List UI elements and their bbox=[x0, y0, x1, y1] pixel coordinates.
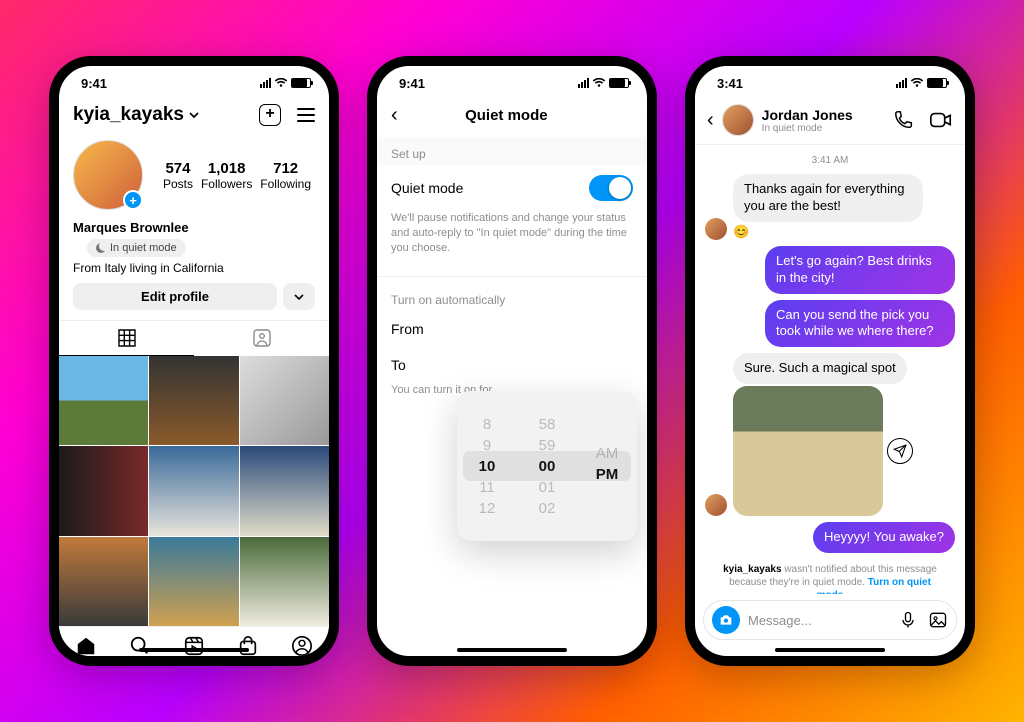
phone-chat: 3:41 ‹ Jordan Jones In quiet mode 3:41 A… bbox=[685, 56, 975, 666]
battery-icon bbox=[609, 78, 629, 88]
message-incoming: Thanks again for everything you are the … bbox=[705, 174, 955, 240]
time-picker[interactable]: 8 9 10 11 12 58 59 00 01 02 AM PM bbox=[457, 391, 637, 541]
stat-following[interactable]: 712Following bbox=[260, 160, 311, 191]
status-bar: 3:41 bbox=[695, 66, 965, 100]
page-title: Quiet mode bbox=[380, 107, 633, 124]
message-avatar[interactable] bbox=[705, 494, 727, 516]
quiet-mode-label: Quiet mode bbox=[391, 180, 463, 196]
to-row[interactable]: To bbox=[377, 347, 647, 383]
home-indicator[interactable] bbox=[775, 648, 885, 652]
add-story-badge[interactable]: + bbox=[123, 190, 143, 210]
chat-header-name[interactable]: Jordan Jones In quiet mode bbox=[762, 107, 885, 134]
bio-text: From Italy living in California bbox=[59, 259, 329, 283]
message-bubble[interactable]: Can you send the pick you took while we … bbox=[765, 300, 955, 348]
wifi-icon bbox=[274, 78, 288, 88]
status-time: 3:41 bbox=[717, 76, 743, 91]
video-call-icon[interactable] bbox=[929, 109, 953, 131]
username-dropdown[interactable]: kyia_kayaks bbox=[73, 104, 200, 126]
quiet-mode-notice: kyia_kayaks wasn't notified about this m… bbox=[705, 559, 955, 594]
signal-icon bbox=[896, 78, 907, 88]
section-setup: Set up bbox=[377, 137, 647, 165]
profile-icon[interactable] bbox=[291, 635, 313, 656]
message-avatar[interactable] bbox=[705, 218, 727, 240]
moon-icon bbox=[96, 243, 106, 253]
phone-profile: 9:41 kyia_kayaks + 574Posts 1,018Followe bbox=[49, 56, 339, 666]
quiet-mode-description: We'll pause notifications and change you… bbox=[377, 211, 647, 270]
wifi-icon bbox=[910, 78, 924, 88]
status-bar: 9:41 bbox=[59, 66, 329, 100]
message-input[interactable]: Message... bbox=[748, 613, 890, 628]
signal-icon bbox=[578, 78, 589, 88]
from-row[interactable]: From bbox=[377, 311, 647, 347]
audio-call-icon[interactable] bbox=[893, 109, 915, 131]
stat-followers[interactable]: 1,018Followers bbox=[201, 160, 252, 191]
create-post-icon[interactable] bbox=[259, 104, 281, 126]
message-composer: Message... bbox=[703, 600, 957, 640]
grid-icon bbox=[118, 329, 136, 347]
chat-avatar[interactable] bbox=[722, 104, 754, 136]
profile-header: kyia_kayaks bbox=[59, 100, 329, 134]
chat-timestamp: 3:41 AM bbox=[705, 155, 955, 166]
search-icon[interactable] bbox=[129, 635, 151, 656]
stat-posts[interactable]: 574Posts bbox=[163, 160, 193, 191]
quiet-mode-toggle[interactable] bbox=[589, 175, 633, 201]
post-thumbnail[interactable] bbox=[240, 537, 329, 626]
post-thumbnail[interactable] bbox=[149, 537, 238, 626]
tab-grid[interactable] bbox=[59, 321, 194, 356]
status-icons bbox=[260, 78, 311, 88]
home-icon[interactable] bbox=[75, 635, 97, 656]
post-thumbnail[interactable] bbox=[59, 537, 148, 626]
message-bubble[interactable]: Sure. Such a magical spot bbox=[733, 353, 907, 384]
post-thumbnail[interactable] bbox=[59, 356, 148, 445]
divider bbox=[377, 276, 647, 277]
back-button[interactable]: ‹ bbox=[707, 109, 714, 132]
post-thumbnail[interactable] bbox=[240, 356, 329, 445]
message-outgoing: Heyyyy! You awake? bbox=[705, 522, 955, 553]
status-time: 9:41 bbox=[81, 76, 107, 91]
phone-quiet-mode: 9:41 ‹ Quiet mode Set up Quiet mode We'l… bbox=[367, 56, 657, 666]
message-outgoing: Can you send the pick you took while we … bbox=[705, 300, 955, 348]
home-indicator[interactable] bbox=[139, 648, 249, 652]
status-bar: 9:41 bbox=[377, 66, 647, 100]
battery-icon bbox=[291, 78, 311, 88]
post-thumbnail[interactable] bbox=[59, 446, 148, 535]
reaction-emoji[interactable]: 😊 bbox=[733, 224, 923, 240]
posts-grid bbox=[59, 356, 329, 626]
profile-avatar[interactable]: + bbox=[73, 140, 143, 210]
post-thumbnail[interactable] bbox=[240, 446, 329, 535]
picker-ampm[interactable]: AM PM bbox=[577, 391, 637, 541]
picker-hours[interactable]: 8 9 10 11 12 bbox=[457, 391, 517, 541]
battery-icon bbox=[927, 78, 947, 88]
suggested-users-button[interactable] bbox=[283, 283, 315, 310]
quiet-mode-pill[interactable]: In quiet mode bbox=[87, 239, 186, 257]
quiet-mode-row: Quiet mode bbox=[377, 165, 647, 211]
edit-profile-button[interactable]: Edit profile bbox=[73, 283, 277, 310]
shop-icon[interactable] bbox=[237, 635, 259, 656]
message-bubble[interactable]: Thanks again for everything you are the … bbox=[733, 174, 923, 222]
wifi-icon bbox=[592, 78, 606, 88]
chevron-down-icon bbox=[188, 109, 200, 121]
tagged-icon bbox=[253, 329, 271, 347]
post-thumbnail[interactable] bbox=[149, 446, 238, 535]
section-auto: Turn on automatically bbox=[377, 283, 647, 311]
message-bubble[interactable]: Let's go again? Best drinks in the city! bbox=[765, 246, 955, 294]
reels-icon[interactable] bbox=[183, 635, 205, 656]
picker-minutes[interactable]: 58 59 00 01 02 bbox=[517, 391, 577, 541]
message-bubble[interactable]: Heyyyy! You awake? bbox=[813, 522, 955, 553]
tab-tagged[interactable] bbox=[194, 321, 329, 356]
home-indicator[interactable] bbox=[457, 648, 567, 652]
signal-icon bbox=[260, 78, 271, 88]
shared-image[interactable] bbox=[733, 386, 883, 516]
gallery-icon[interactable] bbox=[928, 610, 948, 630]
display-name: Marques Brownlee bbox=[59, 216, 329, 237]
mic-icon[interactable] bbox=[898, 610, 918, 630]
share-icon[interactable] bbox=[887, 438, 913, 464]
menu-icon[interactable] bbox=[297, 108, 315, 122]
post-thumbnail[interactable] bbox=[149, 356, 238, 445]
username-text: kyia_kayaks bbox=[73, 104, 184, 126]
status-time: 9:41 bbox=[399, 76, 425, 91]
message-incoming: Sure. Such a magical spot bbox=[705, 353, 955, 516]
camera-button[interactable] bbox=[712, 606, 740, 634]
message-outgoing: Let's go again? Best drinks in the city! bbox=[705, 246, 955, 294]
